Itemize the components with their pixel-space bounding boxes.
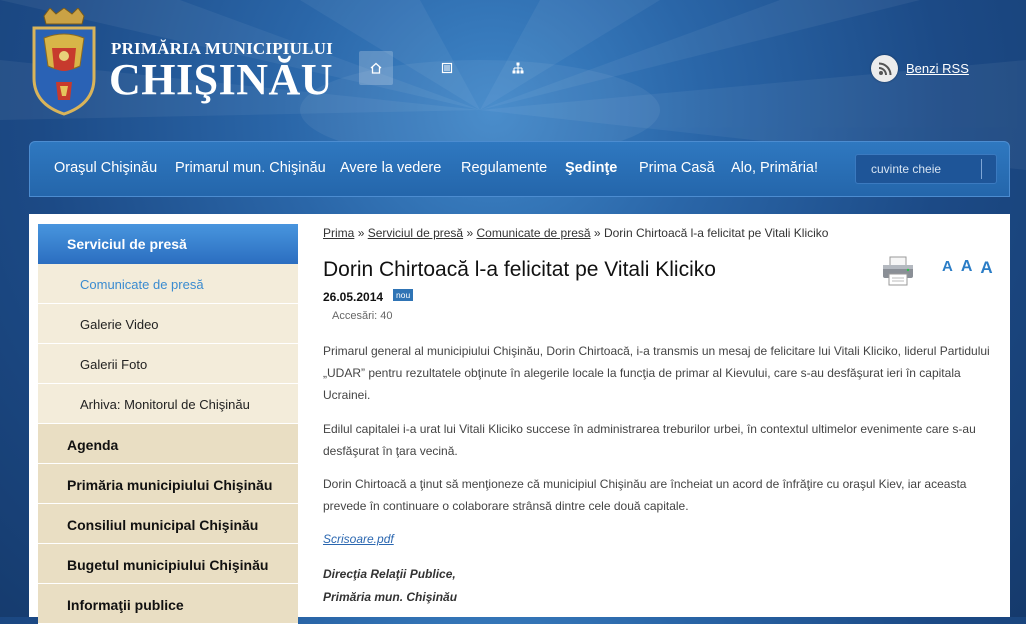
article-title: Dorin Chirtoacă l-a felicitat pe Vitali … [323, 258, 716, 281]
sidebar-item-agenda[interactable]: Agenda [38, 424, 298, 464]
coat-of-arms-logo[interactable] [30, 8, 98, 116]
news-icon [441, 62, 453, 74]
sidebar-item-consiliul[interactable]: Consiliul municipal Chişinău [38, 504, 298, 544]
breadcrumb-current: Dorin Chirtoacă l-a felicitat pe Vitali … [603, 226, 829, 240]
sidebar-item-galerii-foto[interactable]: Galerii Foto [38, 344, 298, 384]
sidebar-item-bugetul[interactable]: Bugetul municipiului Chişinău [38, 544, 298, 584]
new-badge: nou [393, 289, 414, 301]
article-paragraph: Edilul capitalei i-a urat lui Vitali Kli… [323, 422, 976, 458]
font-normal-button[interactable]: A [961, 258, 973, 278]
breadcrumb-link-prima[interactable]: Prima [323, 226, 354, 240]
news-button[interactable] [430, 51, 464, 85]
sidebar-item-comunicate[interactable]: Comunicate de presă [38, 264, 298, 304]
rss-icon [871, 55, 898, 82]
main-nav: Oraşul Chişinău Primarul mun. Chişinău A… [29, 141, 1010, 197]
sidebar: Serviciul de presă Comunicate de presă G… [38, 224, 298, 624]
breadcrumb-link-serviciul[interactable]: Serviciul de presă [368, 226, 463, 240]
font-increase-button[interactable]: A [980, 258, 992, 278]
article-paragraph: Dorin Chirtoacă a ţinut să menţioneze că… [323, 477, 967, 513]
print-icon[interactable] [882, 256, 914, 286]
article-paragraph: Primarul general al municipiului Chişină… [323, 344, 990, 402]
nav-item-primarul[interactable]: Primarul mun. Chişinău [175, 160, 326, 176]
rss-label: Benzi RSS [906, 61, 969, 76]
search-input[interactable] [871, 162, 981, 176]
breadcrumb: Prima » Serviciul de presă » Comunicate … [323, 226, 828, 240]
home-icon [370, 62, 382, 74]
article-date: 26.05.2014 [323, 290, 384, 304]
sitemap-icon [512, 62, 524, 74]
sidebar-section-serviciul[interactable]: Serviciul de presă [38, 224, 298, 264]
breadcrumb-link-comunicate[interactable]: Comunicate de presă [476, 226, 590, 240]
nav-item-avere[interactable]: Avere la vedere [340, 160, 441, 176]
nav-item-regulamente[interactable]: Regulamente [461, 160, 547, 176]
search-box [855, 154, 997, 184]
signature-line: Primăria mun. Chişinău [323, 590, 458, 604]
rss-link[interactable]: Benzi RSS [871, 55, 969, 82]
brand-title[interactable]: CHIŞINĂU [109, 54, 333, 105]
font-decrease-button[interactable]: A [942, 258, 953, 278]
breadcrumb-separator: » [357, 226, 365, 240]
signature-line: Direcţia Relaţii Publice, [323, 567, 456, 581]
breadcrumb-separator: » [593, 226, 601, 240]
sidebar-item-primaria[interactable]: Primăria municipiului Chişinău [38, 464, 298, 504]
nav-item-sedinte[interactable]: Şedinţe [565, 160, 617, 176]
sidebar-item-galerie-video[interactable]: Galerie Video [38, 304, 298, 344]
sitemap-button[interactable] [501, 51, 535, 85]
nav-item-orasul[interactable]: Oraşul Chişinău [54, 160, 157, 176]
view-count: Accesări: 40 [332, 310, 393, 322]
breadcrumb-separator: » [466, 226, 474, 240]
nav-item-alo-primaria[interactable]: Alo, Primăria! [731, 160, 818, 176]
content-panel: Serviciul de presă Comunicate de presă G… [29, 214, 1010, 624]
attachment-link[interactable]: Scrisoare.pdf [323, 532, 394, 546]
search-divider [981, 159, 982, 179]
home-button[interactable] [359, 51, 393, 85]
sidebar-item-informatii[interactable]: Informaţii publice [38, 584, 298, 624]
sidebar-item-arhiva[interactable]: Arhiva: Monitorul de Chişinău [38, 384, 298, 424]
font-size-controls: A A A [942, 258, 993, 278]
nav-item-prima-casa[interactable]: Prima Casă [639, 160, 715, 176]
